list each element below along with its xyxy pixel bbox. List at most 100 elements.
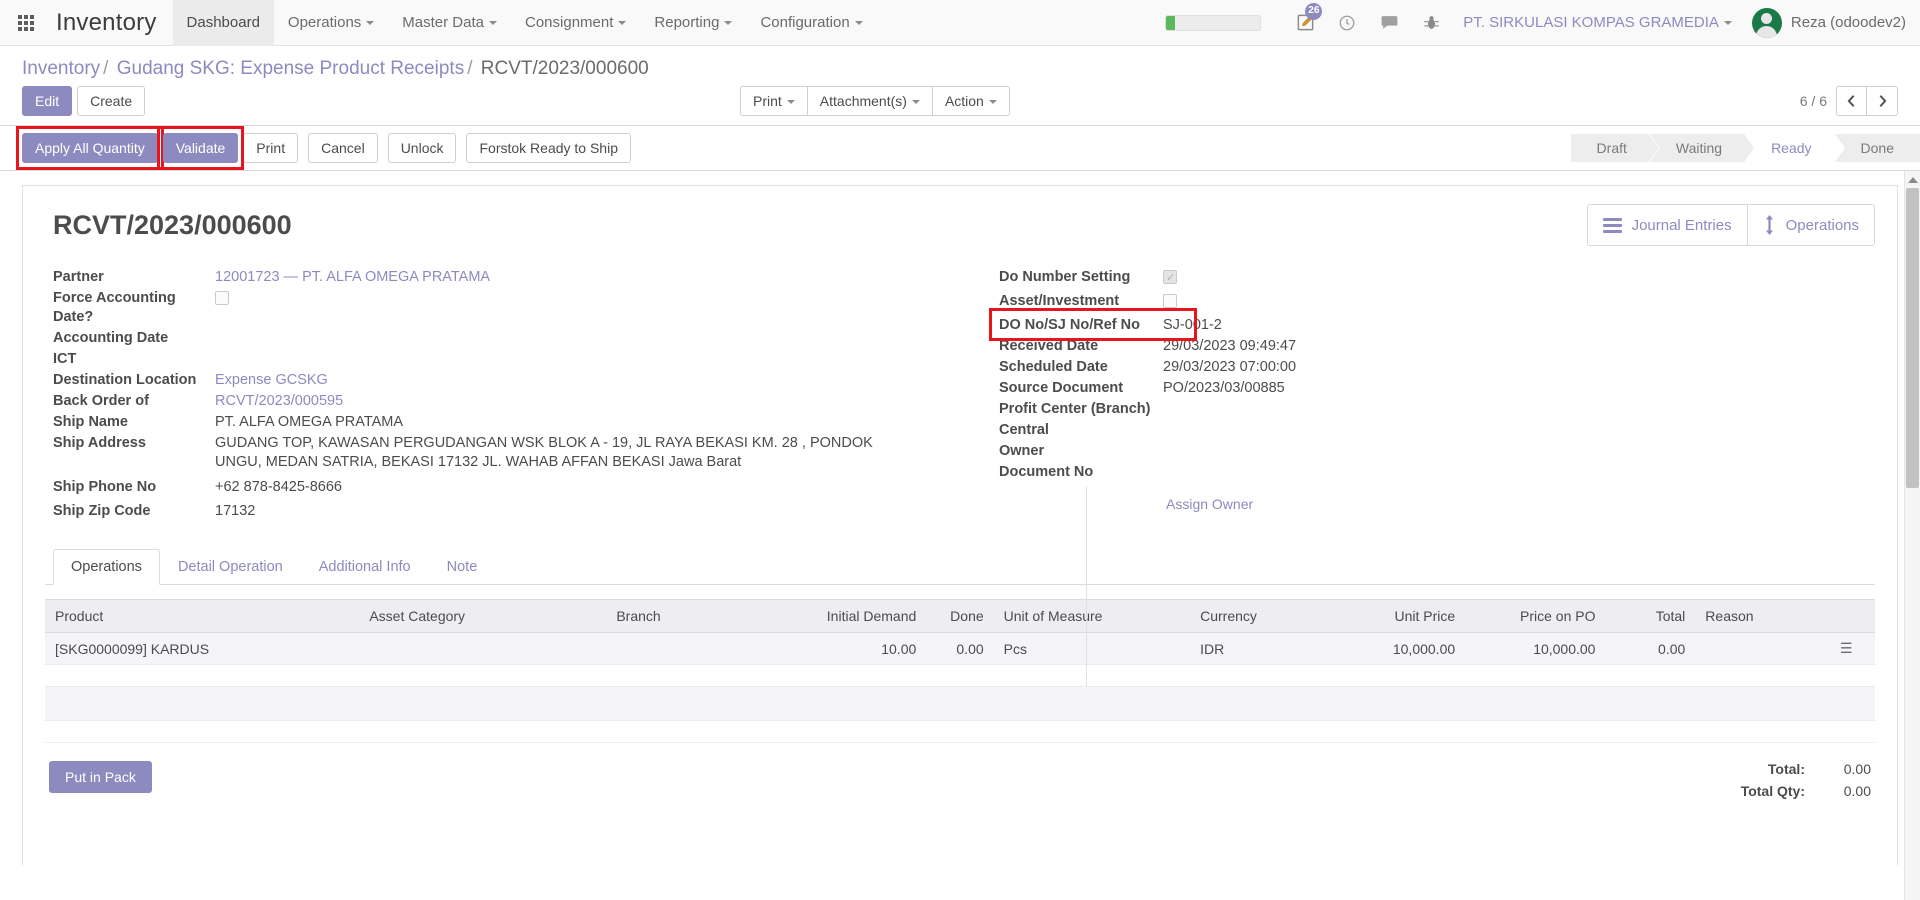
cell-price-on-po[interactable]: 10,000.00	[1465, 632, 1606, 665]
attachments-dropdown[interactable]: Attachment(s)	[806, 86, 933, 116]
chevron-down-icon	[911, 100, 920, 105]
tab-operations[interactable]: Operations	[53, 549, 160, 585]
menu-master-data[interactable]: Master Data	[388, 0, 511, 46]
validate-highlight: Validate	[156, 126, 244, 170]
bug-icon[interactable]	[1411, 0, 1451, 46]
field-ship-address-label: Ship Address	[53, 435, 146, 451]
col-unit-of-measure[interactable]: Unit of Measure	[993, 599, 1191, 633]
tab-detail-operation[interactable]: Detail Operation	[160, 549, 301, 585]
cell-options[interactable]: ☰	[1830, 632, 1875, 665]
tab-additional-info[interactable]: Additional Info	[301, 549, 429, 585]
stage-done[interactable]: Done	[1834, 134, 1920, 162]
page-scrollbar[interactable]	[1904, 171, 1920, 900]
menu-consignment[interactable]: Consignment	[511, 0, 640, 46]
unlock-button[interactable]: Unlock	[387, 133, 457, 163]
journal-entries-button[interactable]: Journal Entries	[1587, 205, 1747, 245]
asset-investment-checkbox[interactable]	[1163, 294, 1177, 308]
cell-currency[interactable]: IDR	[1190, 632, 1325, 665]
tab-note[interactable]: Note	[429, 549, 496, 585]
chevron-down-icon	[786, 100, 795, 105]
assign-owner-link[interactable]: Assign Owner	[1166, 496, 1873, 512]
top-navbar: Inventory Dashboard Operations Master Da…	[0, 0, 1920, 46]
create-button[interactable]: Create	[77, 86, 146, 116]
col-price-on-po[interactable]: Price on PO	[1465, 599, 1606, 633]
cell-unit-of-measure[interactable]: Pcs	[993, 632, 1191, 665]
field-partner-value[interactable]: 12001723 — PT. ALFA OMEGA PRATAMA	[211, 268, 490, 287]
breadcrumb-root[interactable]: Inventory	[22, 58, 100, 79]
field-profit-center-branch: Profit Center (Branch)	[998, 400, 1873, 419]
validate-button[interactable]: Validate	[162, 133, 239, 163]
put-in-pack-button[interactable]: Put in Pack	[49, 761, 152, 793]
col-initial-demand[interactable]: Initial Demand	[741, 599, 927, 633]
company-switcher[interactable]: PT. SIRKULASI KOMPAS GRAMEDIA	[1453, 14, 1736, 31]
cell-done[interactable]: 0.00	[926, 632, 994, 665]
stage-ready[interactable]: Ready	[1745, 134, 1845, 162]
arrows-vertical-icon	[1765, 215, 1773, 235]
do-number-setting-checkbox[interactable]	[1163, 269, 1177, 288]
user-menu[interactable]: Reza (odoodev2)	[1791, 14, 1906, 31]
cell-unit-price[interactable]: 10,000.00	[1324, 632, 1466, 665]
pager-count: 6 / 6	[1799, 93, 1827, 109]
menu-dashboard-label: Dashboard	[186, 13, 260, 31]
scroll-up-button[interactable]	[1905, 171, 1920, 188]
cancel-button[interactable]: Cancel	[308, 133, 378, 163]
col-unit-price[interactable]: Unit Price	[1324, 599, 1466, 633]
table-empty-cell	[45, 720, 1875, 743]
force-accounting-date-checkbox[interactable]	[215, 291, 229, 305]
apps-menu-toggle[interactable]	[0, 0, 52, 46]
chevron-down-icon	[854, 20, 863, 25]
clock-icon[interactable]	[1327, 0, 1367, 46]
app-brand[interactable]: Inventory	[52, 9, 173, 37]
stage-waiting[interactable]: Waiting	[1649, 134, 1755, 162]
field-received-date-value: 29/03/2023 09:49:47	[1163, 338, 1297, 354]
form-right-column: Do Number Setting Asset/Investment DO No…	[963, 268, 1873, 523]
pager-next-button[interactable]	[1867, 86, 1898, 116]
stage-draft[interactable]: Draft	[1570, 134, 1660, 162]
operations-button[interactable]: Operations	[1746, 205, 1874, 245]
field-do-number-setting: Do Number Setting	[998, 268, 1873, 290]
print-button[interactable]: Print	[243, 133, 299, 163]
edit-button[interactable]: Edit	[22, 86, 73, 116]
cell-reason[interactable]	[1695, 632, 1831, 665]
col-done[interactable]: Done	[926, 599, 994, 633]
company-switcher-label: PT. SIRKULASI KOMPAS GRAMEDIA	[1463, 14, 1719, 31]
cell-asset-category[interactable]	[359, 632, 607, 665]
action-dropdown[interactable]: Action	[931, 86, 1010, 116]
cell-product[interactable]: [SKG0000099] KARDUS	[45, 632, 360, 665]
field-back-order-of-value[interactable]: RCVT/2023/000595	[211, 392, 343, 411]
pager-previous-button[interactable]	[1836, 86, 1867, 116]
right-column-divider	[1086, 486, 1087, 686]
menu-configuration[interactable]: Configuration	[746, 0, 876, 46]
print-dropdown[interactable]: Print	[740, 86, 808, 116]
col-asset-category[interactable]: Asset Category	[359, 599, 607, 633]
field-ship-phone-no: Ship Phone No +62 878-8425-8666	[53, 478, 963, 497]
menu-operations[interactable]: Operations	[274, 0, 388, 46]
table-row[interactable]: [SKG0000099] KARDUS 10.00 0.00 Pcs IDR 1…	[45, 632, 1875, 665]
menu-dashboard[interactable]: Dashboard	[172, 0, 274, 46]
activity-menu-button[interactable]: 26	[1285, 0, 1325, 46]
apply-all-quantity-button[interactable]: Apply All Quantity	[22, 133, 158, 163]
cell-total[interactable]: 0.00	[1605, 632, 1696, 665]
breadcrumb-parent[interactable]: Gudang SKG: Expense Product Receipts	[117, 58, 464, 79]
field-destination-location-value[interactable]: Expense GCSKG	[211, 371, 328, 390]
menu-reporting[interactable]: Reporting	[640, 0, 746, 46]
scroll-thumb[interactable]	[1906, 188, 1919, 488]
activity-badge: 26	[1305, 2, 1323, 20]
messages-icon[interactable]	[1369, 0, 1409, 46]
col-reason[interactable]: Reason	[1695, 599, 1831, 633]
col-product[interactable]: Product	[45, 599, 360, 633]
arrow-up-icon	[1908, 176, 1918, 183]
total-qty-value: 0.00	[1843, 783, 1871, 799]
field-destination-location: Destination Location Expense GCSKG	[53, 371, 963, 390]
col-branch[interactable]: Branch	[606, 599, 742, 633]
field-received-date: Received Date 29/03/2023 09:49:47	[998, 337, 1873, 356]
cell-initial-demand[interactable]: 10.00	[741, 632, 927, 665]
col-currency[interactable]: Currency	[1190, 599, 1325, 633]
col-total[interactable]: Total	[1605, 599, 1696, 633]
totals-block: Total: 0.00 Total Qty: 0.00	[1715, 761, 1871, 805]
total-qty-row: Total Qty: 0.00	[1715, 783, 1871, 799]
forstok-ready-to-ship-button[interactable]: Forstok Ready to Ship	[466, 133, 631, 163]
list-options-icon[interactable]: ☰	[1840, 640, 1853, 656]
avatar[interactable]	[1751, 7, 1782, 38]
cell-branch[interactable]	[606, 632, 742, 665]
